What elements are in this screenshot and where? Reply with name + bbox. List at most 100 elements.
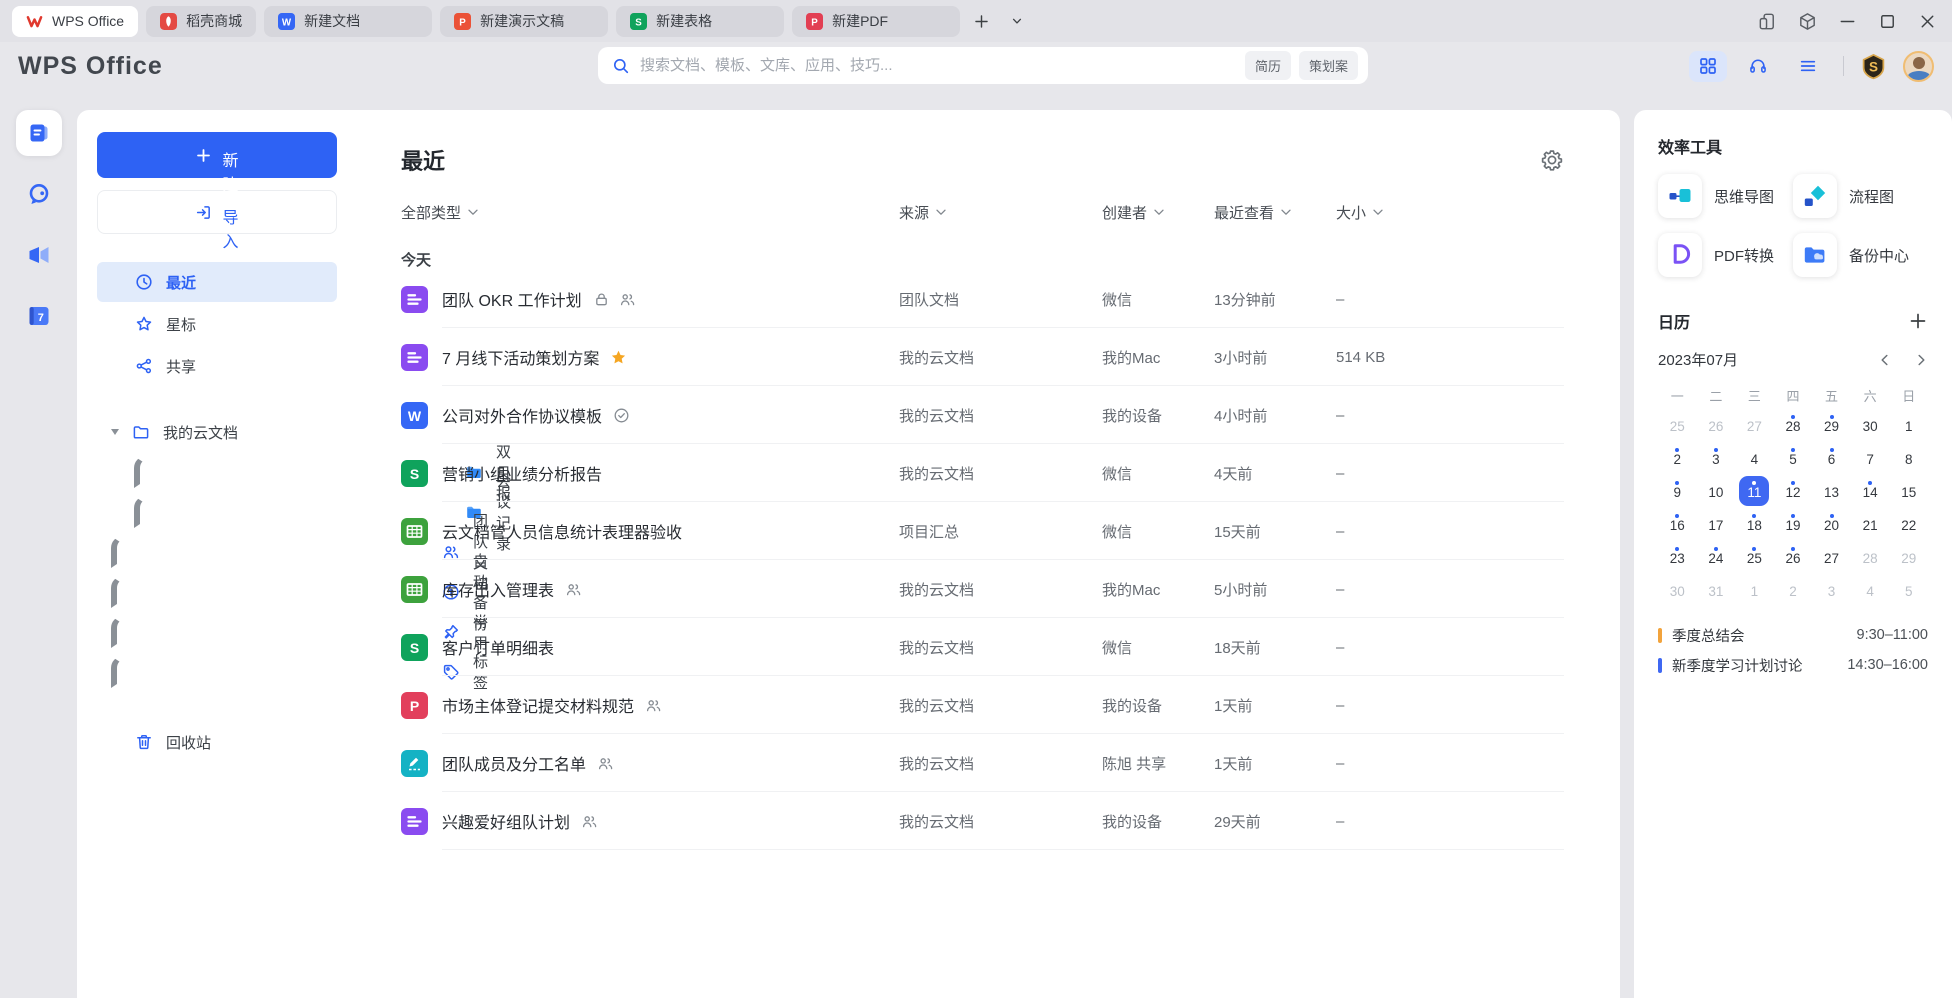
import-button[interactable]: 导入 xyxy=(97,190,337,234)
calendar-day[interactable]: 1 xyxy=(1735,573,1774,606)
apps-grid-button[interactable] xyxy=(1689,51,1727,82)
file-row[interactable]: 云文档管人员信息统计表理器验收 项目汇总 微信 15天前 – xyxy=(401,502,1564,560)
minimize-button[interactable] xyxy=(1834,8,1860,34)
workspace-button[interactable] xyxy=(1794,8,1820,34)
search-tag[interactable]: 简历 xyxy=(1245,51,1291,80)
calendar-day[interactable]: 14 xyxy=(1851,474,1890,507)
file-row[interactable]: 兴趣爱好组队计划 我的云文档 我的设备 29天前 – xyxy=(401,792,1564,850)
calendar-day[interactable]: 26 xyxy=(1697,408,1736,441)
file-row[interactable]: 库存出入管理表 我的云文档 我的Mac 5小时前 – xyxy=(401,560,1564,618)
search-tag[interactable]: 策划案 xyxy=(1299,51,1358,80)
calendar-day[interactable]: 12 xyxy=(1774,474,1813,507)
device-button[interactable] xyxy=(1754,8,1780,34)
calendar-day[interactable]: 25 xyxy=(1735,540,1774,573)
tool-pdf-convert[interactable]: PDF转换 xyxy=(1658,233,1793,277)
sidebar-tree-item[interactable]: 团队文档 xyxy=(97,532,337,572)
menu-button[interactable] xyxy=(1789,51,1827,82)
filter-dropdown-1[interactable]: 来源 xyxy=(899,202,1102,223)
calendar-day[interactable]: 4 xyxy=(1851,573,1890,606)
calendar-day[interactable]: 23 xyxy=(1658,540,1697,573)
file-row[interactable]: W 公司对外合作协议模板 我的云文档 我的设备 4小时前 – xyxy=(401,386,1564,444)
window-tab[interactable]: S新建表格 xyxy=(616,6,784,37)
sidebar-item-trash[interactable]: 回收站 xyxy=(97,722,337,762)
tool-backup-center[interactable]: 备份中心 xyxy=(1793,233,1928,277)
new-document-button[interactable]: 新建 xyxy=(97,132,337,178)
filter-dropdown-4[interactable]: 大小 xyxy=(1336,202,1564,223)
sidebar-item-clock[interactable]: 最近 xyxy=(97,262,337,302)
calendar-day[interactable]: 17 xyxy=(1697,507,1736,540)
calendar-event[interactable]: 季度总结会9:30–11:00 xyxy=(1658,620,1928,650)
calendar-day[interactable]: 11 xyxy=(1735,474,1774,507)
sidebar-tree-item[interactable]: 标签 xyxy=(97,652,337,692)
calendar-day[interactable]: 30 xyxy=(1658,573,1697,606)
calendar-day[interactable]: 28 xyxy=(1774,408,1813,441)
rail-item-meeting[interactable] xyxy=(16,232,62,278)
calendar-day[interactable]: 13 xyxy=(1812,474,1851,507)
calendar-day[interactable]: 21 xyxy=(1851,507,1890,540)
window-tab[interactable]: W新建文档 xyxy=(264,6,432,37)
rail-item-calendar7[interactable]: 7 xyxy=(16,293,62,339)
sidebar-tree-item[interactable]: 我的云文档 xyxy=(97,412,337,452)
calendar-day[interactable]: 24 xyxy=(1697,540,1736,573)
calendar-day[interactable]: 19 xyxy=(1774,507,1813,540)
calendar-day[interactable]: 25 xyxy=(1658,408,1697,441)
calendar-day[interactable]: 22 xyxy=(1889,507,1928,540)
sidebar-item-share[interactable]: 共享 xyxy=(97,346,337,386)
calendar-day[interactable]: 7 xyxy=(1851,441,1890,474)
window-tab[interactable]: 稻壳商城 xyxy=(146,6,256,37)
calendar-day[interactable]: 27 xyxy=(1735,408,1774,441)
calendar-day[interactable]: 18 xyxy=(1735,507,1774,540)
expand-arrow-icon[interactable] xyxy=(111,429,119,435)
calendar-day[interactable]: 2 xyxy=(1774,573,1813,606)
tool-mindmap[interactable]: 思维导图 xyxy=(1658,174,1793,218)
calendar-day[interactable]: 10 xyxy=(1697,474,1736,507)
file-row[interactable]: 团队成员及分工名单 我的云文档 陈旭 共享 1天前 – xyxy=(401,734,1564,792)
rail-item-docs[interactable] xyxy=(16,110,62,156)
sidebar-tree-item[interactable]: 自动备份 xyxy=(97,572,337,612)
tool-flowchart[interactable]: 流程图 xyxy=(1793,174,1928,218)
window-tab[interactable]: P新建PDF xyxy=(792,6,960,37)
calendar-day[interactable]: 16 xyxy=(1658,507,1697,540)
sidebar-tree-item[interactable]: 双月报 xyxy=(97,452,337,492)
maximize-button[interactable] xyxy=(1874,8,1900,34)
file-row[interactable]: S 客户订单明细表 我的云文档 微信 18天前 – xyxy=(401,618,1564,676)
search-bar[interactable]: 简历策划案 xyxy=(598,47,1368,84)
filter-dropdown-0[interactable]: 全部类型 xyxy=(401,202,899,223)
window-tab[interactable]: P新建演示文稿 xyxy=(440,6,608,37)
window-tab[interactable]: WPS Office xyxy=(12,6,138,37)
calendar-day[interactable]: 9 xyxy=(1658,474,1697,507)
calendar-day[interactable]: 28 xyxy=(1851,540,1890,573)
close-button[interactable] xyxy=(1914,8,1940,34)
list-settings-button[interactable] xyxy=(1540,148,1564,172)
sidebar-item-star[interactable]: 星标 xyxy=(97,304,337,344)
calendar-day[interactable]: 26 xyxy=(1774,540,1813,573)
calendar-event[interactable]: 新季度学习计划讨论14:30–16:00 xyxy=(1658,650,1928,680)
sidebar-tree-item[interactable]: 常用 xyxy=(97,612,337,652)
calendar-day[interactable]: 8 xyxy=(1889,441,1928,474)
rail-item-chat[interactable] xyxy=(16,171,62,217)
calendar-day[interactable]: 15 xyxy=(1889,474,1928,507)
calendar-day[interactable]: 30 xyxy=(1851,408,1890,441)
calendar-day[interactable]: 2 xyxy=(1658,441,1697,474)
headset-button[interactable] xyxy=(1739,51,1777,82)
tab-list-button[interactable] xyxy=(1002,6,1032,36)
search-input[interactable] xyxy=(640,57,1245,74)
file-row[interactable]: S 营销小组业绩分析报告 我的云文档 微信 4天前 – xyxy=(401,444,1564,502)
calendar-prev-button[interactable] xyxy=(1878,353,1892,367)
file-row[interactable]: 团队 OKR 工作计划 团队文档 微信 13分钟前 – xyxy=(401,270,1564,328)
calendar-day[interactable]: 6 xyxy=(1812,441,1851,474)
calendar-day[interactable]: 1 xyxy=(1889,408,1928,441)
filter-dropdown-2[interactable]: 创建者 xyxy=(1102,202,1214,223)
sidebar-tree-item[interactable]: 会议记录 xyxy=(97,492,337,532)
filter-dropdown-3[interactable]: 最近查看 xyxy=(1214,202,1336,223)
calendar-day[interactable]: 5 xyxy=(1774,441,1813,474)
calendar-day[interactable]: 3 xyxy=(1812,573,1851,606)
calendar-day[interactable]: 20 xyxy=(1812,507,1851,540)
vip-badge-icon[interactable]: S xyxy=(1860,53,1887,80)
file-row[interactable]: P 市场主体登记提交材料规范 我的云文档 我的设备 1天前 – xyxy=(401,676,1564,734)
new-tab-button[interactable] xyxy=(966,6,996,36)
calendar-day[interactable]: 5 xyxy=(1889,573,1928,606)
user-avatar[interactable] xyxy=(1903,51,1934,82)
calendar-day[interactable]: 29 xyxy=(1812,408,1851,441)
calendar-next-button[interactable] xyxy=(1914,353,1928,367)
